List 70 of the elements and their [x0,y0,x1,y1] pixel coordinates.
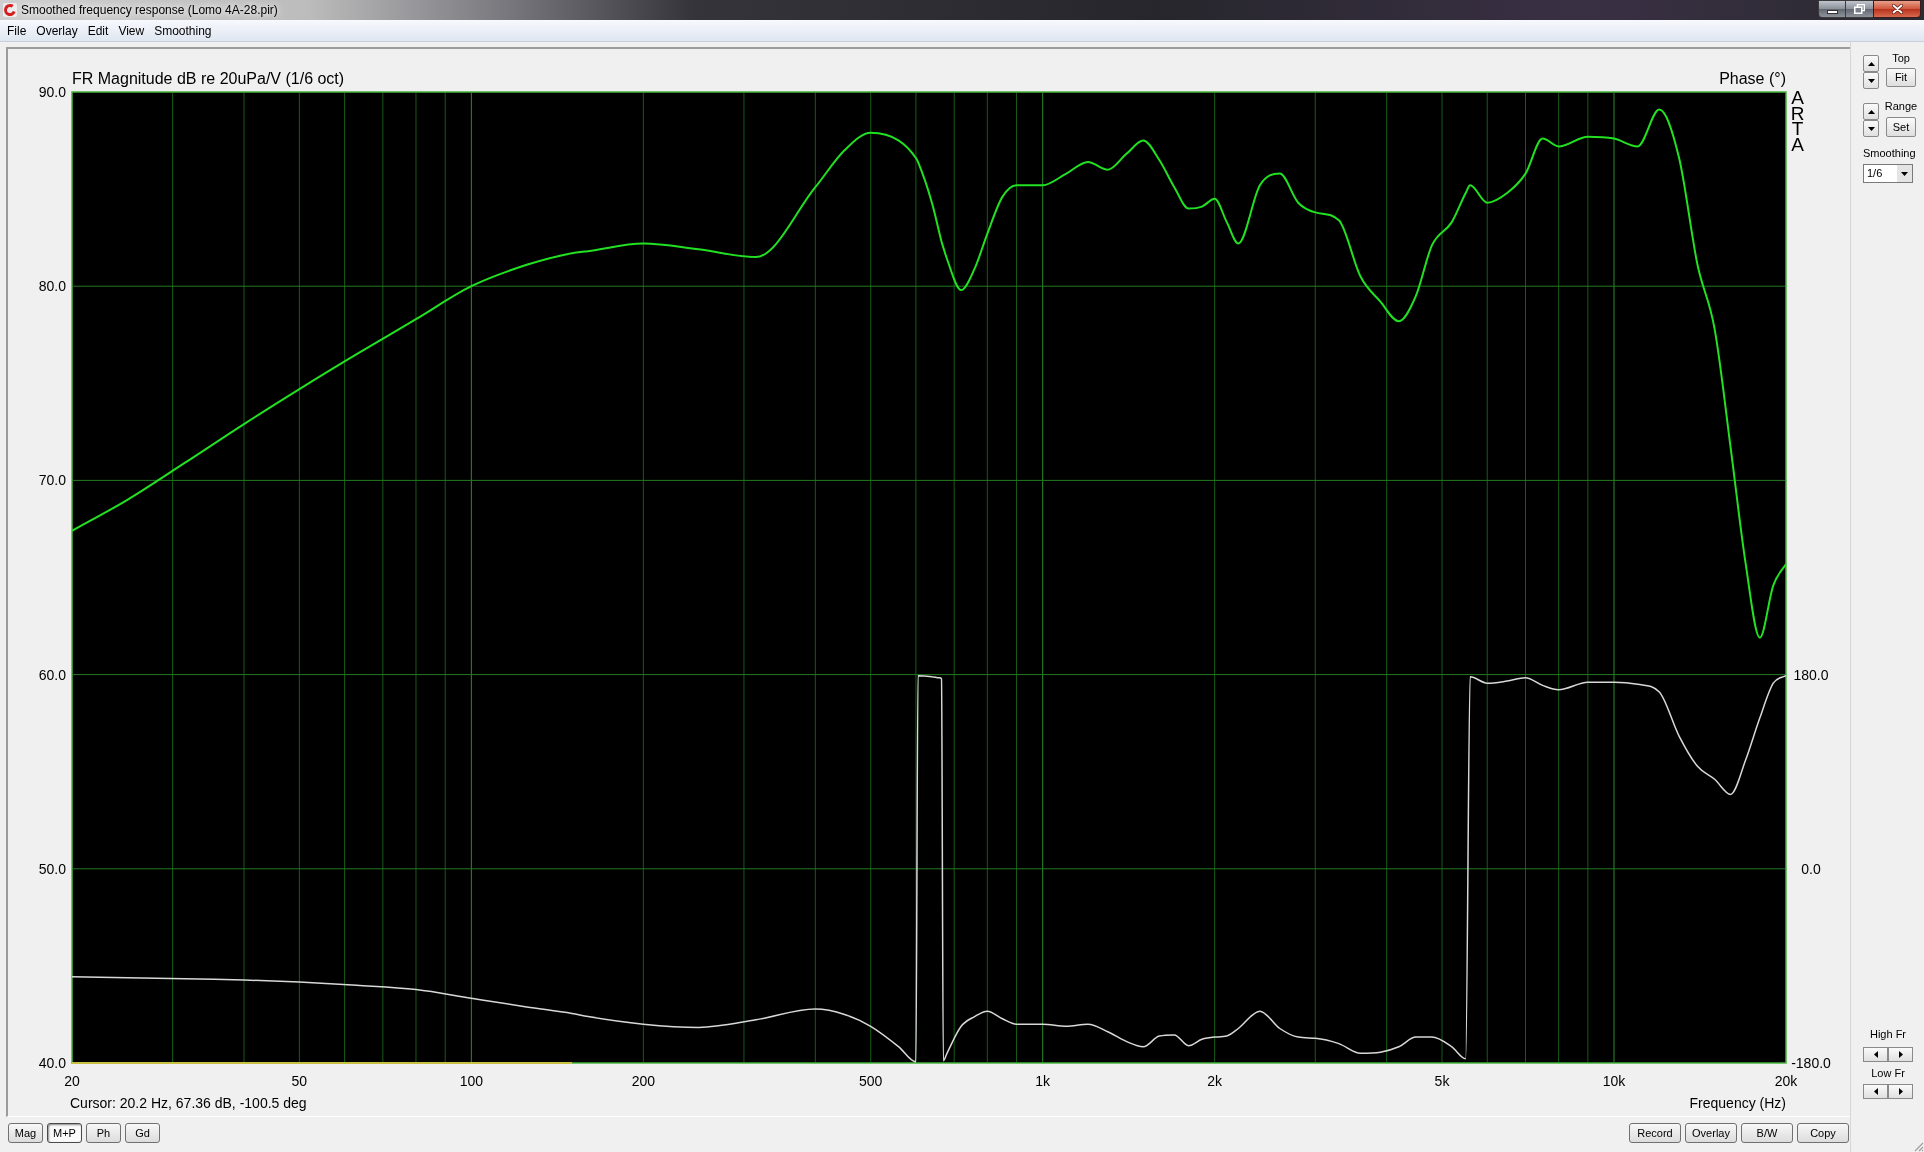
close-icon [1891,4,1903,14]
chart-title: FR Magnitude dB re 20uPa/V (1/6 oct) [72,69,345,87]
x-axis-label: 500 [859,1073,883,1089]
caret-down-icon [1867,126,1875,131]
toolbar-button[interactable]: B/W [1741,1123,1793,1143]
view-tab[interactable]: Gd [125,1123,160,1143]
low-fr-label: Low Fr [1871,1066,1905,1080]
menu-item[interactable]: Smoothing [149,20,217,41]
y-axis-label: 50.0 [38,860,66,877]
menu-item[interactable]: View [113,20,150,41]
toolbar-button[interactable]: Copy [1797,1123,1849,1143]
x-axis-label: 20 [64,1073,80,1089]
smoothing-dropdown[interactable]: 1/6 [1863,164,1913,183]
cursor-readout: Cursor: 20.2 Hz, 67.36 dB, -100.5 deg [70,1095,307,1111]
caret-down-icon [1867,78,1875,83]
x-axis-label: 2k [1207,1073,1223,1089]
x-axis-label: 10k [1602,1073,1626,1089]
x-axis-label: 20k [1774,1073,1798,1089]
fit-button[interactable]: Fit [1886,68,1916,87]
caret-up-icon [1867,61,1875,66]
set-button[interactable]: Set [1886,117,1916,137]
restore-icon [1854,4,1865,14]
high-fr-label: High Fr [1869,1027,1907,1041]
range-label: Range [1884,99,1918,113]
caret-up-icon [1867,109,1875,114]
x-axis-label: 50 [291,1073,308,1089]
view-tab[interactable]: Ph [86,1123,121,1143]
restore-button[interactable] [1846,0,1873,18]
y-axis-label: 40.0 [38,1055,66,1071]
toolbar-button[interactable]: Overlay [1685,1123,1737,1143]
spin-down-button[interactable] [1863,72,1879,89]
caret-left-icon [1873,1051,1878,1058]
app-icon [3,3,17,17]
x-axis-label: 100 [459,1073,483,1089]
spin-up-button[interactable] [1863,103,1879,120]
y-axis-label: 90.0 [38,84,66,100]
y-axis-label: 180.0 [1793,666,1829,683]
top-label: Top [1892,51,1910,65]
spin-up-button[interactable] [1863,55,1879,72]
y-axis-label: 80.0 [38,278,66,295]
menu-item[interactable]: Overlay [31,20,83,41]
x-axis-label: 200 [631,1073,655,1089]
x-axis-label: 1k [1035,1073,1051,1089]
spin-down-button[interactable] [1863,120,1879,137]
view-tab[interactable]: Mag [8,1123,43,1143]
y-axis-label: 0.0 [1801,860,1821,877]
axis-title: Frequency (Hz) [1689,1095,1786,1111]
step-right-button[interactable] [1888,1084,1913,1099]
view-tab[interactable]: M+P [47,1123,82,1143]
y-axis-label: -180.0 [1791,1055,1831,1071]
axis-title: Phase (°) [1719,69,1786,87]
resize-grip-icon[interactable] [1912,1140,1924,1152]
x-axis-label: 5k [1434,1073,1450,1089]
step-left-button[interactable] [1863,1047,1888,1062]
smoothing-label: Smoothing [1863,146,1917,160]
logo-text: ARTA [1789,90,1806,152]
y-axis-label: 60.0 [38,666,66,683]
close-button[interactable] [1873,0,1921,18]
caret-right-icon [1898,1088,1903,1095]
step-left-button[interactable] [1863,1084,1888,1099]
menu-item[interactable]: File [2,20,32,41]
minimize-button[interactable] [1818,0,1846,18]
caret-left-icon [1873,1088,1878,1095]
toolbar-button[interactable]: Record [1629,1123,1681,1143]
caret-right-icon [1898,1051,1903,1058]
minimize-icon [1826,9,1838,14]
step-right-button[interactable] [1888,1047,1913,1062]
menu-item[interactable]: Edit [82,20,114,41]
window-title: Smoothed frequency response (Lomo 4A-28.pir) [21,4,278,16]
y-axis-label: 70.0 [38,472,66,489]
